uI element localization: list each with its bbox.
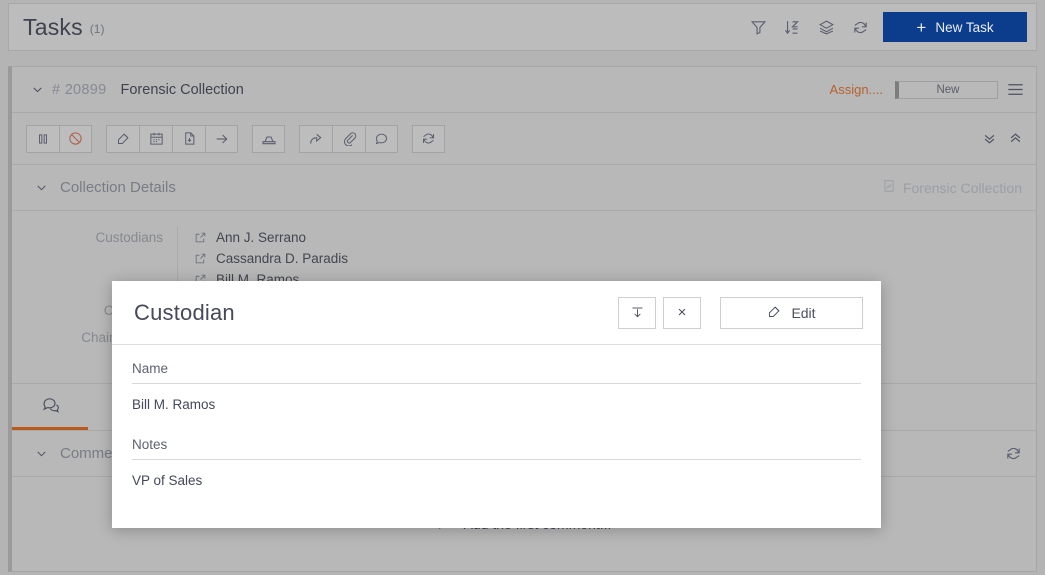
comments-title: Comme (60, 445, 113, 462)
section-title: Collection Details (60, 179, 176, 196)
filter-icon[interactable] (749, 18, 767, 36)
modal-title: Custodian (134, 299, 235, 325)
task-count: (1) (89, 22, 105, 36)
task-title[interactable]: Forensic Collection (121, 82, 244, 98)
sort-az-icon[interactable] (783, 18, 801, 36)
comment-icon[interactable] (365, 124, 398, 153)
expand-all-icon[interactable] (976, 126, 1002, 152)
hamburger-icon[interactable] (998, 73, 1032, 107)
new-task-button[interactable]: + New Task (883, 12, 1027, 42)
modal-field-name: Name Bill M. Ramos (132, 361, 861, 424)
plus-icon: + (916, 17, 927, 37)
task-number: # 20899 (52, 81, 107, 98)
custodian-name: Ann J. Serrano (216, 230, 307, 245)
form-icon (882, 179, 896, 196)
form-type-label: Forensic Collection (902, 179, 1022, 196)
page-title: Tasks (23, 13, 83, 40)
comments-icon (40, 395, 60, 420)
archive-icon[interactable] (252, 124, 285, 153)
calendar-icon[interactable] (139, 124, 172, 153)
task-header: # 20899 Forensic Collection Assign.... N… (12, 67, 1036, 113)
page-toolbar: Tasks (1) + New Task (8, 3, 1037, 51)
collection-details-header: Collection Details Forensic Collection (12, 165, 1036, 211)
arrow-right-icon[interactable] (205, 124, 238, 153)
edit-button[interactable]: Edit (720, 296, 863, 329)
close-button[interactable]: × (663, 296, 701, 329)
dock-bottom-icon[interactable] (618, 296, 656, 329)
block-icon[interactable] (59, 124, 92, 153)
tab-comments[interactable] (12, 384, 88, 430)
refresh-icon[interactable] (412, 124, 445, 153)
comments-collapse-chevron-icon[interactable] (32, 447, 50, 460)
external-link-icon (194, 252, 207, 265)
edit-icon[interactable] (106, 124, 139, 153)
edit-icon (767, 304, 782, 322)
field-value: VP of Sales (132, 473, 203, 488)
collapse-all-icon[interactable] (1002, 126, 1028, 152)
field-label: Notes (132, 437, 861, 460)
close-icon: × (677, 304, 687, 321)
layers-icon[interactable] (817, 18, 835, 36)
field-label: Name (132, 361, 861, 384)
pause-icon[interactable] (26, 124, 59, 153)
share-icon[interactable] (299, 124, 332, 153)
paperclip-icon[interactable] (332, 124, 365, 153)
custodian-name: Cassandra D. Paradis (216, 251, 349, 266)
refresh-icon[interactable] (851, 18, 869, 36)
field-value: Bill M. Ramos (132, 397, 216, 412)
modal-field-notes: Notes VP of Sales (132, 437, 861, 500)
document-icon[interactable] (172, 124, 205, 153)
edit-label: Edit (791, 304, 816, 321)
refresh-icon[interactable] (1004, 445, 1022, 463)
list-item[interactable]: Ann J. Serrano (194, 227, 348, 248)
modal-header: Custodian × Edit (112, 281, 881, 345)
new-task-label: New Task (935, 19, 994, 35)
form-type-tag: Forensic Collection (882, 179, 1022, 196)
list-item[interactable]: Cassandra D. Paradis (194, 248, 348, 269)
status-badge[interactable]: New (895, 80, 998, 99)
assign-link[interactable]: Assign.... (830, 82, 883, 97)
modal-body: Name Bill M. Ramos Notes VP of Sales (112, 345, 881, 528)
custodian-modal: Custodian × Edit Name Bill M. Ramos Note… (112, 281, 881, 528)
section-collapse-chevron-icon[interactable] (32, 181, 50, 194)
task-collapse-chevron-icon[interactable] (28, 83, 46, 96)
task-action-toolbar (12, 113, 1036, 165)
external-link-icon (194, 231, 207, 244)
